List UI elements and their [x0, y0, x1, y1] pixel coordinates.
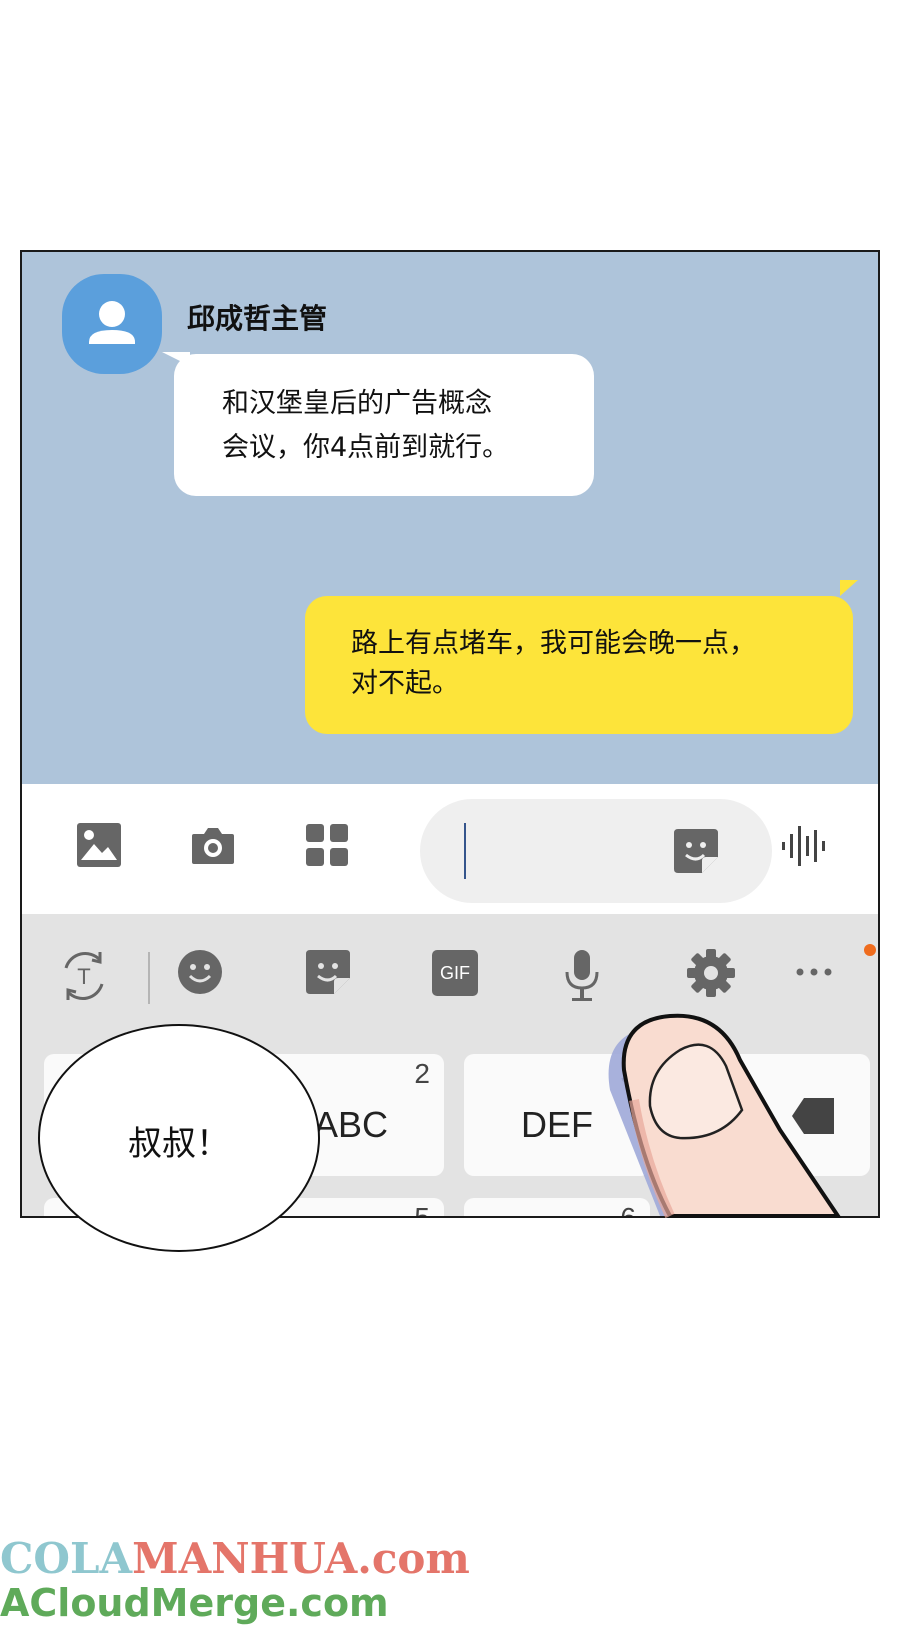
compose-bar: [22, 784, 878, 914]
text-caret: [464, 823, 466, 879]
toolbar-divider: [148, 952, 150, 1004]
key-number: 5: [414, 1202, 430, 1218]
finger-illustration: [608, 1013, 842, 1219]
settings-icon[interactable]: [686, 948, 736, 998]
apps-grid-icon[interactable]: [304, 822, 350, 868]
voice-wave-icon[interactable]: [780, 824, 830, 868]
sender-name: 邱成哲主管: [187, 302, 328, 335]
outgoing-bubble-tail: [840, 580, 858, 596]
speech-bubble: 叔叔！: [38, 1024, 320, 1252]
translate-label: T: [77, 964, 90, 989]
speech-text: 叔叔！: [128, 1124, 230, 1164]
incoming-message-line: 会议，你4点前到就行。: [222, 432, 510, 463]
watermark-part: .com: [357, 1534, 470, 1583]
watermark-part: COLA: [0, 1534, 133, 1583]
camera-icon[interactable]: [190, 822, 236, 868]
microphone-icon[interactable]: [562, 948, 602, 1004]
watermark-acloudmerge: ACloudMerge.com: [0, 1581, 389, 1625]
chat-area: 邱成哲主管 和汉堡皇后的广告概念 会议，你4点前到就行。 路上有点堵车，我可能会…: [22, 252, 878, 784]
key-number: 2: [414, 1058, 430, 1089]
incoming-message-bubble: 和汉堡皇后的广告概念 会议，你4点前到就行。: [174, 354, 594, 496]
outgoing-message-line: 路上有点堵车，我可能会晚一点，: [351, 628, 756, 659]
sticker-icon[interactable]: [672, 827, 720, 875]
gif-icon[interactable]: GIF: [432, 950, 478, 996]
incoming-message-line: 和汉堡皇后的广告概念: [222, 388, 492, 419]
outgoing-message-line: 对不起。: [351, 668, 459, 699]
message-input[interactable]: [420, 799, 772, 903]
gif-label: GIF: [440, 963, 470, 983]
image-icon[interactable]: [76, 822, 122, 868]
notification-dot: [864, 944, 876, 956]
watermark-part: MANHUA: [132, 1534, 358, 1583]
watermark-cola: COLAMANHUA.com: [0, 1534, 470, 1583]
person-icon: [89, 301, 135, 344]
more-icon[interactable]: [794, 966, 834, 978]
outgoing-message-bubble: 路上有点堵车，我可能会晚一点， 对不起。: [305, 596, 853, 734]
text-translate-icon[interactable]: T: [56, 948, 112, 1004]
sticker-icon[interactable]: [304, 948, 352, 996]
sender-avatar[interactable]: [62, 274, 162, 374]
emoji-icon[interactable]: [176, 948, 224, 996]
